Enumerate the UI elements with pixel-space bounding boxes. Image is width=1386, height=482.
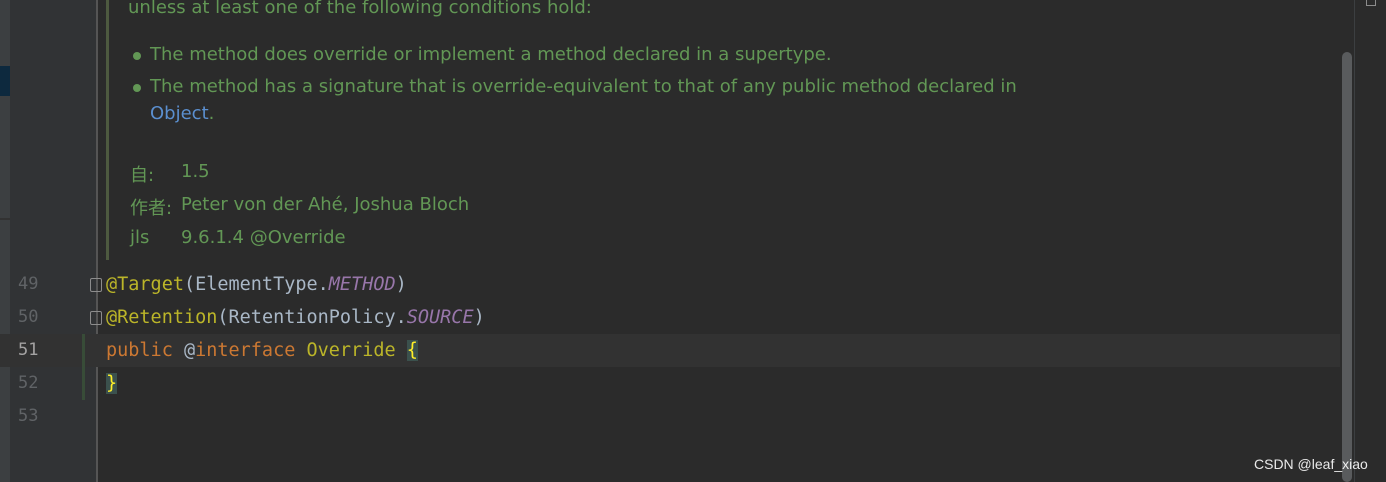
code-line[interactable]: 52 } bbox=[0, 367, 1340, 400]
line-number: 52 bbox=[18, 373, 39, 393]
tool-strip-selection[interactable] bbox=[0, 66, 10, 96]
doc-bullet-2-suffix: . bbox=[208, 103, 215, 124]
bullet-dot-icon bbox=[133, 52, 141, 60]
doc-tag-value-jls: 9.6.1.4 @Override bbox=[181, 227, 346, 248]
line-number: 49 bbox=[18, 274, 39, 294]
constant-token: METHOD bbox=[328, 274, 396, 295]
code-line[interactable]: 49 @Target(ElementType.METHOD) bbox=[0, 268, 1340, 301]
annotation-token: @Retention bbox=[106, 307, 218, 328]
tool-strip-divider bbox=[0, 218, 10, 220]
doc-tag-value-author: Peter von der Ahé, Joshua Bloch bbox=[181, 194, 470, 215]
code-text[interactable]: public @interface Override { bbox=[106, 334, 418, 367]
doc-tag-label-since: 自: bbox=[130, 165, 155, 186]
doc-tag-label-jls: jls bbox=[130, 227, 150, 248]
annotation-token: @Target bbox=[106, 274, 184, 295]
code-line[interactable]: 50 @Retention(RetentionPolicy.SOURCE) bbox=[0, 301, 1340, 334]
matched-brace-token: } bbox=[106, 373, 118, 394]
paren-token: ( bbox=[217, 307, 229, 328]
fold-marker-icon[interactable] bbox=[90, 278, 102, 292]
code-line[interactable]: 53 bbox=[0, 400, 1340, 433]
code-text[interactable]: } bbox=[106, 367, 118, 400]
line-number: 53 bbox=[18, 406, 39, 426]
object-link[interactable]: Object bbox=[150, 103, 209, 124]
paren-token: ) bbox=[395, 274, 407, 295]
doc-tag-label-author: 作者: bbox=[130, 198, 173, 219]
constant-token: SOURCE bbox=[406, 307, 474, 328]
keyword-token: public bbox=[106, 340, 173, 361]
doc-tag-value-since: 1.5 bbox=[181, 161, 210, 182]
code-line-current[interactable]: 51 public @interface Override { bbox=[0, 334, 1340, 367]
type-token: ElementType bbox=[195, 274, 318, 295]
vertical-scrollbar-track[interactable] bbox=[1354, 0, 1386, 482]
line-number: 50 bbox=[18, 307, 39, 327]
dot-token: . bbox=[395, 307, 407, 328]
doc-bullet-2: The method has a signature that is overr… bbox=[150, 76, 1017, 97]
matched-brace-token: { bbox=[406, 340, 418, 361]
fold-marker-icon[interactable] bbox=[90, 311, 102, 325]
line-number: 51 bbox=[18, 340, 39, 360]
doc-bullet-1: The method does override or implement a … bbox=[150, 44, 832, 65]
javadoc-render-pane bbox=[98, 0, 1340, 262]
watermark: CSDN @leaf_xiao bbox=[1254, 456, 1368, 472]
code-editor[interactable]: 49 @Target(ElementType.METHOD) 50 @Reten… bbox=[0, 262, 1340, 482]
paren-token: ( bbox=[183, 274, 196, 295]
interface-name-token: Override bbox=[306, 340, 396, 361]
bullet-dot-icon bbox=[133, 84, 141, 92]
doc-bullet-2-continuation: Object. bbox=[150, 103, 214, 124]
code-text[interactable]: @Target(ElementType.METHOD) bbox=[106, 268, 407, 301]
code-text[interactable]: @Retention(RetentionPolicy.SOURCE) bbox=[106, 301, 485, 334]
inspection-widget-icon[interactable] bbox=[1366, 0, 1376, 6]
vcs-change-marker[interactable] bbox=[82, 334, 85, 400]
doc-intro: unless at least one of the following con… bbox=[128, 0, 592, 18]
paren-token: ) bbox=[473, 307, 485, 328]
vertical-scrollbar-thumb[interactable] bbox=[1342, 52, 1352, 482]
keyword-token: interface bbox=[195, 340, 296, 361]
type-token: RetentionPolicy bbox=[228, 307, 396, 328]
at-token: @ bbox=[183, 340, 196, 361]
dot-token: . bbox=[317, 274, 329, 295]
javadoc-left-bar bbox=[106, 0, 109, 260]
